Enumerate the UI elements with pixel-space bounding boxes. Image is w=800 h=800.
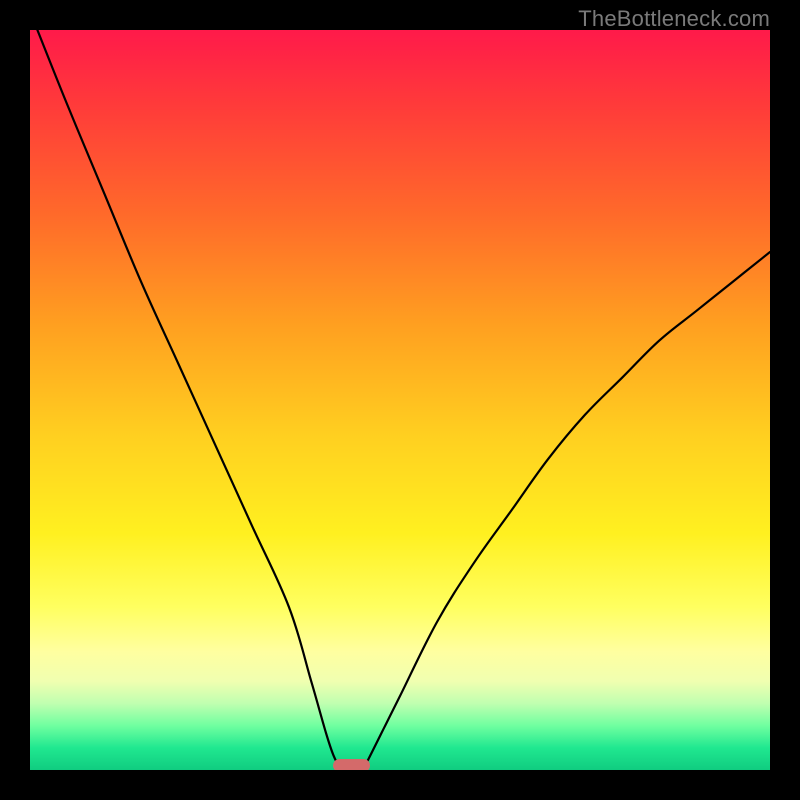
curve-layer <box>30 30 770 770</box>
right-curve <box>363 252 770 770</box>
left-curve <box>37 30 340 770</box>
chart-frame: TheBottleneck.com <box>0 0 800 800</box>
bottleneck-marker <box>333 759 370 770</box>
plot-area <box>30 30 770 770</box>
watermark: TheBottleneck.com <box>578 6 770 32</box>
